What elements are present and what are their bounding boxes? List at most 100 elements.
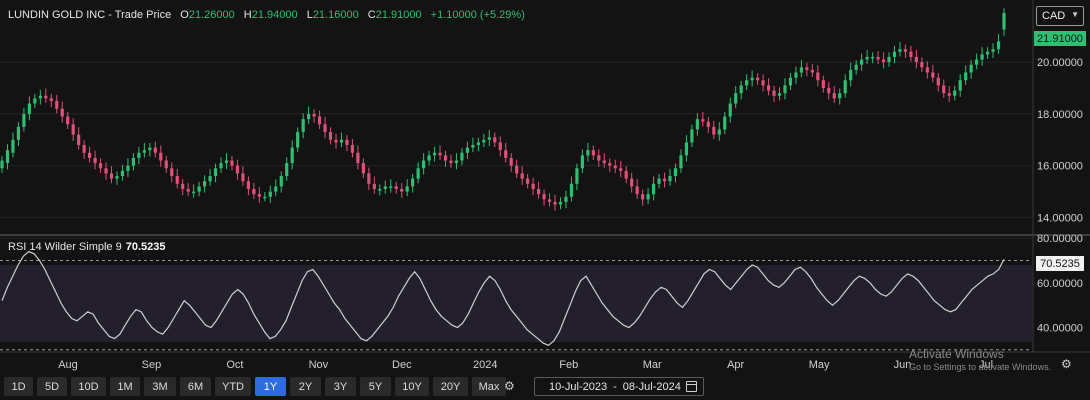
timeframe-button-1m[interactable]: 1M (110, 377, 140, 396)
candle-body (832, 93, 836, 99)
currency-value: CAD (1042, 10, 1066, 22)
candle (192, 184, 196, 198)
candle (635, 179, 639, 199)
chevron-down-icon: ▼ (1071, 10, 1079, 19)
candle-body (662, 178, 667, 182)
timeframe-button-3y[interactable]: 3Y (325, 377, 356, 396)
candle-body (838, 93, 842, 99)
close-value: 21.91000 (375, 9, 422, 21)
candle-body (843, 80, 847, 94)
candle (575, 163, 579, 191)
x-tick-label: Dec (392, 359, 412, 371)
timeframe-button-10d[interactable]: 10D (71, 377, 106, 396)
candle-body (810, 69, 814, 73)
candle (202, 175, 207, 193)
candle (153, 141, 157, 158)
timeframe-button-20y[interactable]: 20Y (433, 377, 468, 396)
candle-body (739, 85, 743, 94)
candle-body (520, 173, 524, 179)
candle (898, 41, 902, 57)
candle-body (192, 191, 196, 194)
calendar-icon[interactable] (686, 381, 697, 392)
candle (44, 88, 48, 104)
candle (668, 168, 672, 186)
candle (816, 65, 820, 87)
currency-select[interactable]: CAD ▼ (1036, 6, 1084, 26)
candle (323, 117, 327, 139)
candle-body (860, 59, 864, 65)
candle (93, 150, 97, 170)
candle (367, 167, 371, 191)
candle (115, 171, 119, 185)
candle-body (159, 152, 163, 161)
candle (345, 135, 349, 152)
candle-body (142, 150, 146, 153)
price-tick-label: 14.00000 (1037, 212, 1083, 224)
candle (197, 181, 201, 197)
price-tick-label: 20.00000 (1037, 57, 1083, 69)
candle (98, 158, 103, 173)
candle-body (186, 188, 190, 192)
candle (870, 52, 875, 64)
candle-body (208, 176, 212, 182)
candle (608, 158, 612, 172)
timeframe-button-2y[interactable]: 2Y (290, 377, 321, 396)
x-tick-label: Aug (58, 359, 78, 371)
candle (662, 172, 667, 188)
candle (536, 181, 541, 199)
candle-body (646, 194, 650, 200)
candle-body (942, 85, 946, 94)
candle-body (394, 186, 398, 189)
candle-body (980, 54, 984, 60)
timeframe-button-max[interactable]: Max (472, 377, 506, 396)
candle-body (898, 49, 902, 52)
candle (268, 185, 272, 203)
candle (909, 45, 913, 62)
candle (82, 140, 86, 159)
candle (564, 190, 568, 209)
candle-body (213, 168, 218, 177)
activation-watermark-title: Activate Windows (909, 347, 1004, 361)
timeframe-button-5d[interactable]: 5D (37, 377, 67, 396)
date-range-picker[interactable]: 10-Jul-2023 - 08-Jul-2024 (534, 377, 704, 396)
candle (613, 159, 617, 173)
candle-body (131, 157, 136, 166)
candle (372, 176, 376, 194)
candle (756, 73, 760, 85)
timeframe-button-6m[interactable]: 6M (180, 377, 211, 396)
timeframe-button-ytd[interactable]: YTD (215, 377, 251, 396)
candle (317, 110, 322, 129)
candle-body (471, 144, 475, 148)
candle-body (695, 119, 699, 130)
close-label: C (367, 9, 376, 21)
candle-body (953, 90, 957, 96)
candle-body (328, 132, 333, 140)
candle (0, 155, 4, 173)
candle (186, 183, 190, 197)
timeframe-button-1d[interactable]: 1D (4, 377, 33, 396)
candle-body (706, 121, 710, 127)
candle (427, 150, 431, 166)
candle (290, 140, 294, 170)
candle (378, 184, 382, 196)
candle (482, 133, 486, 148)
gear-icon[interactable]: ⚙ (1061, 357, 1072, 371)
candle-body (947, 93, 951, 96)
timeframe-button-1y[interactable]: 1Y (255, 377, 286, 396)
candle-body (547, 199, 552, 202)
candle (849, 62, 853, 87)
candle-body (372, 183, 376, 189)
timeframe-button-10y[interactable]: 10Y (395, 377, 429, 396)
open-label: O (180, 9, 189, 21)
gear-icon[interactable]: ⚙ (504, 379, 515, 393)
rsi-legend-value: 70.5235 (125, 241, 166, 253)
price-rsi-chart[interactable]: 14.00000 16.00000 18.00000 20.00000 40.0000… (0, 0, 1090, 400)
timeframe-button-3m[interactable]: 3M (144, 377, 176, 396)
candle-body (5, 150, 10, 164)
candle-body (49, 98, 53, 101)
candle (263, 192, 267, 202)
x-tick-label: Nov (309, 359, 329, 371)
candle (903, 44, 908, 58)
timeframe-button-5y[interactable]: 5Y (360, 377, 391, 396)
candle-body (175, 176, 179, 184)
